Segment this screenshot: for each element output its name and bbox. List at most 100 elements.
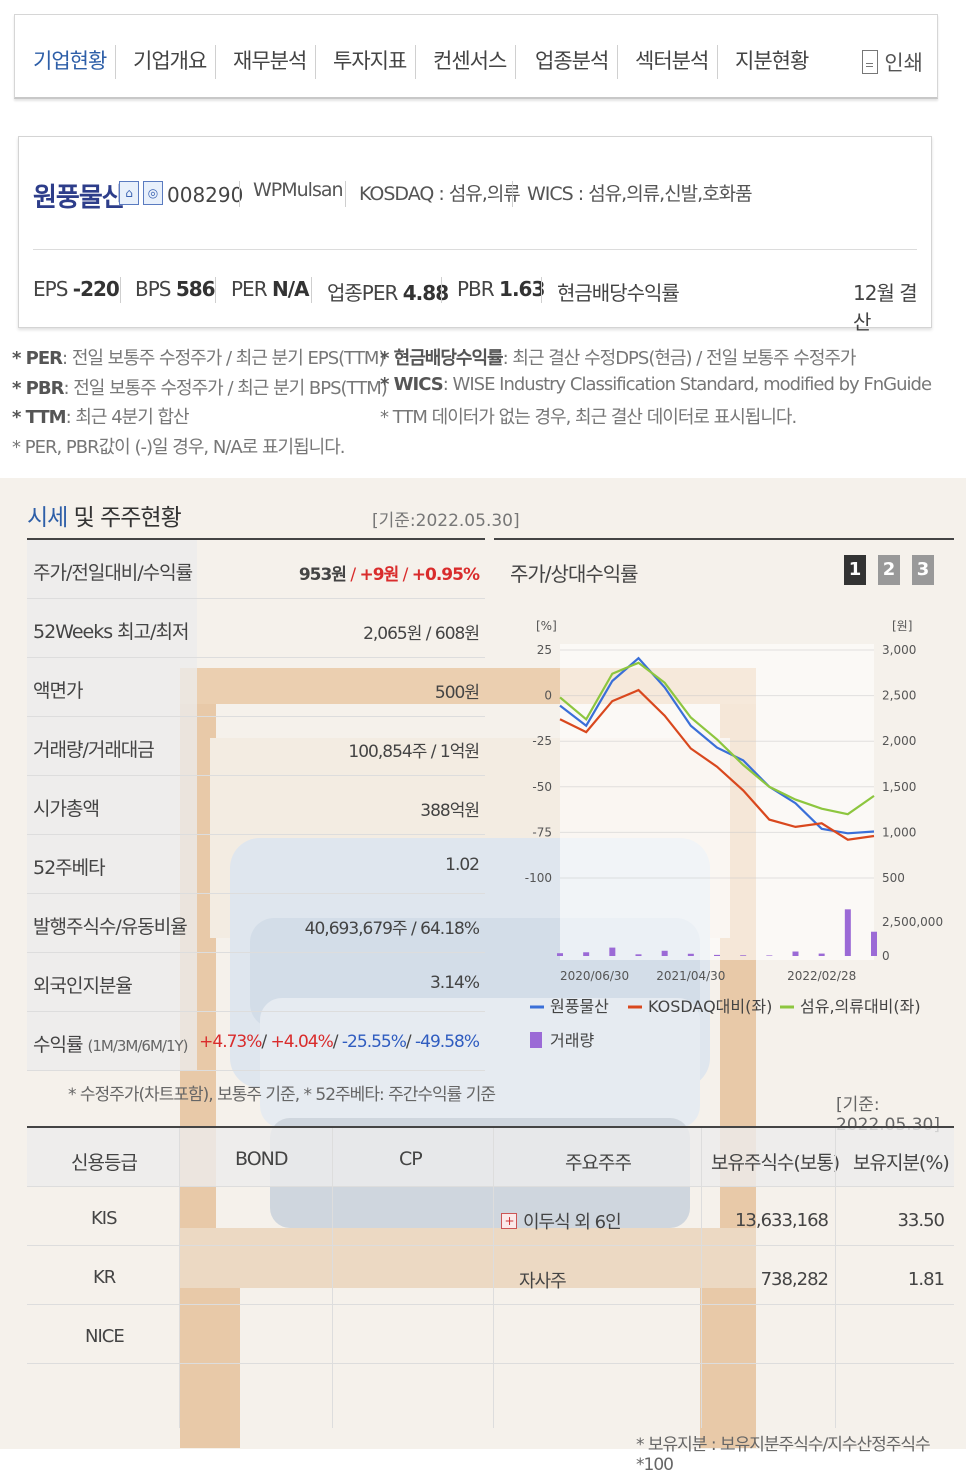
expand-plus-icon[interactable]: +: [501, 1213, 517, 1229]
volume-bar: [844, 909, 851, 956]
holder-row[interactable]: + 이두식 외 6인: [501, 1208, 622, 1234]
legend-label: 거래량: [550, 1031, 594, 1050]
row-value: 388억원: [420, 801, 480, 821]
tab-divider: [115, 45, 116, 79]
header-bond: BOND: [235, 1148, 288, 1170]
stock-code: 008290: [167, 183, 244, 207]
right-tick-label: 1,000: [882, 825, 916, 839]
metric-bps: BPS 586: [135, 277, 216, 301]
chart-page-1-button[interactable]: 1: [844, 555, 866, 585]
row-value: 40,693,679주 / 64.18%: [304, 919, 480, 939]
ir-icon[interactable]: ◎: [143, 181, 163, 205]
divider: [441, 277, 442, 303]
right-tick-label: 500: [882, 871, 905, 885]
chart-page-3-button[interactable]: 3: [912, 555, 934, 585]
holder-shares: 13,633,168: [734, 1210, 829, 1231]
row-label: 시가총액: [33, 798, 100, 820]
left-tick-label: -75: [532, 825, 552, 839]
metric-industry-per: 업종PER 4.88: [327, 281, 449, 305]
x-tick-label: 2022/02/28: [787, 969, 856, 983]
tab-divider: [415, 45, 416, 79]
right-tick-label: 2,000: [882, 734, 916, 748]
holder-name: 이두식 외 6인: [523, 1212, 622, 1233]
price-table: 주가/전일대비/수익률 953원 / +9원 / +0.95% 52Weeks …: [27, 538, 485, 1071]
note-dividend: * 현금배당수익률: 최근 결산 수정DPS(현금) / 전일 보통주 수정주가: [380, 348, 856, 369]
header-cp: CP: [399, 1148, 423, 1170]
row-label: 발행주식수/유동비율: [33, 916, 188, 938]
volume-bar: [557, 953, 563, 956]
divider: [541, 277, 542, 303]
home-icon[interactable]: ⌂: [119, 181, 139, 205]
tab-industry-analysis[interactable]: 업종분석: [535, 45, 609, 75]
divider: [311, 277, 312, 303]
table-row: 거래량/거래대금 100,854주 / 1억원: [27, 717, 485, 776]
tab-divider: [515, 45, 516, 79]
metric-dividend-yield: 현금배당수익률: [557, 281, 680, 305]
volume-bar: [792, 951, 799, 956]
table-row: 52주베타 1.02: [27, 835, 485, 894]
legend-label: KOSDAQ대비(좌): [648, 997, 772, 1016]
row-divider: [27, 1186, 954, 1187]
col-divider: [835, 1128, 836, 1428]
row-divider: [27, 1304, 954, 1305]
section-date: [기준:2022.05.30]: [372, 511, 520, 531]
divider: [512, 181, 513, 207]
price-relative-return-chart: [%] [원] 25 0 -25 -50 -75 -100 3,000 2,500 2,000 1,5…: [525, 619, 943, 1050]
row-value: 3.14%: [429, 973, 480, 993]
credit-agency-kr: KR: [93, 1267, 116, 1288]
row-value: 100,854주 / 1억원: [348, 742, 480, 762]
row-value: 1.02: [445, 855, 480, 875]
price-note: * 수정주가(차트포함), 보통주 기준, * 52주베타: 주간수익률 기준: [68, 1085, 496, 1105]
divider: [33, 249, 917, 250]
company-name: 원풍물산: [33, 183, 126, 213]
tab-company-overview[interactable]: 기업개요: [133, 45, 207, 75]
volume-bar: [687, 953, 694, 956]
table-row: 외국인지분율 3.14%: [27, 953, 485, 1012]
left-tick-label: -25: [532, 734, 552, 748]
credit-agency-nice: NICE: [85, 1326, 125, 1347]
tab-sector-analysis[interactable]: 섹터분석: [635, 45, 709, 75]
row-label: 52주베타: [33, 857, 106, 879]
left-tick-label: -50: [532, 780, 552, 794]
print-button[interactable]: 인쇄: [862, 47, 923, 77]
col-divider: [701, 1128, 702, 1428]
header-credit-rating: 신용등급: [71, 1152, 138, 1174]
header-stake: 보유지분(%): [853, 1152, 950, 1174]
row-value: 500원: [434, 683, 480, 703]
volume-bar: [766, 955, 773, 956]
volume-bar: [714, 954, 720, 956]
credit-agency-kis: KIS: [91, 1208, 118, 1229]
holder-shares: 738,282: [760, 1269, 829, 1290]
holder-name: 자사주: [519, 1271, 567, 1292]
row-divider: [27, 1245, 954, 1246]
tab-investment-index[interactable]: 투자지표: [333, 45, 407, 75]
table-row: 52Weeks 최고/최저 2,065원 / 608원: [27, 599, 485, 658]
tab-consensus[interactable]: 컨센서스: [433, 45, 507, 75]
row-divider: [27, 1363, 954, 1364]
left-axis-unit: [%]: [536, 619, 557, 633]
row-label: 52Weeks 최고/최저: [33, 621, 189, 643]
left-tick-label: 0: [544, 689, 552, 703]
right-tick-label: 1,500: [882, 780, 916, 794]
divider: [120, 277, 121, 303]
holder-stake: 33.50: [897, 1210, 945, 1231]
volume-bar: [635, 954, 642, 956]
legend-label: 섬유,의류대비(좌): [800, 997, 921, 1016]
note-pbr: * PBR: 전일 보통주 수정주가 / 최근 분기 BPS(TTM): [12, 378, 388, 399]
left-tick-label: 25: [537, 643, 552, 657]
tab-divider: [315, 45, 316, 79]
tab-company-status[interactable]: 기업현황: [33, 45, 107, 75]
metric-per: PER N/A: [231, 277, 309, 301]
volume-tick-label: 2,500,000: [882, 915, 943, 929]
tab-financial-analysis[interactable]: 재무분석: [233, 45, 307, 75]
note-wics: * WICS: WISE Industry Classification Sta…: [380, 374, 932, 395]
legend-swatch: [530, 1032, 542, 1048]
table-row: 발행주식수/유동비율 40,693,679주 / 64.18%: [27, 894, 485, 953]
holder-stake: 1.81: [907, 1269, 945, 1290]
table-row: 시가총액 388억원: [27, 776, 485, 835]
tab-equity-status[interactable]: 지분현황: [735, 45, 809, 75]
chart-page-2-button[interactable]: 2: [878, 555, 900, 585]
chart-title: 주가/상대수익률: [510, 562, 639, 586]
print-icon: [862, 50, 879, 74]
company-eng-name: WPMulsan: [253, 179, 344, 201]
